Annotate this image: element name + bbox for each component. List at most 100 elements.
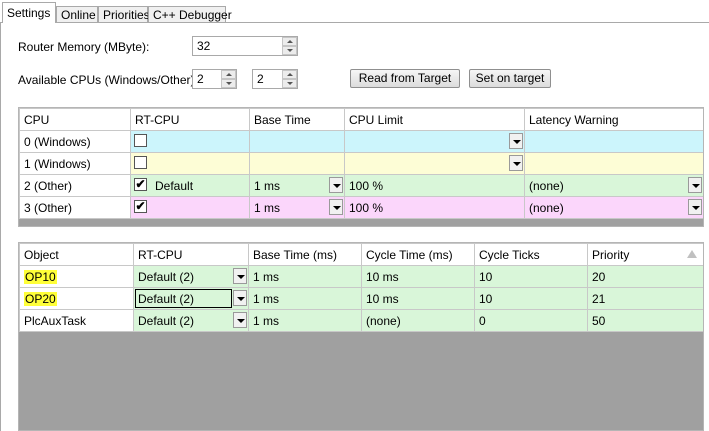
task-grid: Object RT-CPU Base Time (ms) Cycle Time … [18, 242, 704, 431]
cpu-limit-cell[interactable] [344, 130, 525, 153]
chevron-down-icon[interactable] [329, 199, 343, 215]
cycle-time-cell: (none) [361, 309, 475, 332]
tab-online[interactable]: Online [56, 6, 98, 22]
latency-warning-value: (none) [529, 201, 564, 215]
cpu-limit-cell[interactable] [344, 152, 525, 175]
spin-up-button[interactable] [221, 70, 236, 79]
router-memory-label: Router Memory (MByte): [18, 40, 150, 54]
spin-down-button[interactable] [282, 46, 297, 55]
rt-cpu-value: Default (2) [138, 270, 195, 284]
priority-cell: 20 [587, 265, 703, 288]
object-cell[interactable]: PlcAuxTask [19, 309, 134, 332]
table-row: 2 (Other) ✔ Default 1 ms 100 % (none) [19, 174, 703, 197]
router-memory-spinner[interactable]: 32 [192, 36, 298, 56]
sort-ascending-icon [687, 250, 697, 258]
rt-cpu-value: Default (2) [138, 292, 195, 306]
chevron-down-icon[interactable] [233, 312, 247, 328]
rt-cpu-cell[interactable]: Default (2) [133, 265, 249, 288]
base-time-cell: 1 ms [248, 309, 362, 332]
spin-down-button[interactable] [282, 79, 297, 88]
windows-cpus-value: 2 [197, 72, 204, 86]
rt-cpu-cell[interactable]: ✔ Default [130, 174, 250, 197]
column-header-cpu-limit[interactable]: CPU Limit [344, 108, 525, 131]
cpu-limit-value: 100 % [349, 179, 384, 193]
rt-cpu-checkbox[interactable]: ✔ [134, 178, 147, 191]
cycle-time-cell: 10 ms [361, 287, 475, 310]
column-header-rt-cpu[interactable]: RT-CPU [133, 243, 249, 266]
latency-warning-cell[interactable]: (none) [524, 174, 703, 197]
column-header-latency-warning[interactable]: Latency Warning [524, 108, 703, 131]
object-name: PlcAuxTask [24, 313, 87, 328]
base-time-value: 1 ms [254, 179, 281, 193]
cycle-ticks-cell: 10 [474, 287, 588, 310]
cpu-name-cell: 3 (Other) [19, 196, 131, 219]
base-time-cell[interactable]: 1 ms [249, 196, 345, 219]
panel-border [0, 22, 1, 431]
cpu-limit-cell[interactable]: 100 % [344, 174, 525, 197]
rt-cpu-checkbox[interactable] [134, 156, 147, 169]
windows-cpus-spinner[interactable]: 2 [192, 69, 237, 89]
column-header-object[interactable]: Object [19, 243, 134, 266]
latency-warning-cell[interactable] [524, 152, 703, 175]
read-from-target-button[interactable]: Read from Target [350, 69, 460, 88]
rt-cpu-cell[interactable]: Default (2) [133, 287, 249, 310]
object-cell[interactable]: OP20 [19, 287, 134, 310]
table-row: 0 (Windows) [19, 130, 703, 153]
rt-cpu-cell[interactable]: Default (2) [133, 309, 249, 332]
rt-cpu-cell[interactable] [130, 130, 250, 153]
column-header-cycle-time[interactable]: Cycle Time (ms) [361, 243, 475, 266]
table-row: 1 (Windows) [19, 152, 703, 175]
spin-up-button[interactable] [282, 37, 297, 46]
latency-warning-cell[interactable] [524, 130, 703, 153]
table-row: 3 (Other) ✔ 1 ms 100 % (none) [19, 196, 703, 219]
table-row: OP10 Default (2) 1 ms 10 ms 10 20 [19, 265, 703, 288]
router-memory-value: 32 [197, 39, 211, 53]
cpu-name-cell: 1 (Windows) [19, 152, 131, 175]
object-cell[interactable]: OP10 [19, 265, 134, 288]
column-header-cpu[interactable]: CPU [19, 108, 131, 131]
base-time-cell: 1 ms [248, 265, 362, 288]
column-header-cycle-ticks[interactable]: Cycle Ticks [474, 243, 588, 266]
tab-cpp-debugger[interactable]: C++ Debugger [148, 6, 232, 22]
column-header-base-time[interactable]: Base Time (ms) [248, 243, 362, 266]
table-row: OP20 Default (2) 1 ms 10 ms 10 21 [19, 287, 703, 310]
rt-cpu-cell[interactable] [130, 152, 250, 175]
cycle-time-cell: 10 ms [361, 265, 475, 288]
cycle-ticks-cell: 0 [474, 309, 588, 332]
tab-bar: Settings Online Priorities C++ Debugger [0, 0, 709, 23]
column-header-rt-cpu[interactable]: RT-CPU [130, 108, 250, 131]
other-cpus-value: 2 [257, 72, 264, 86]
chevron-down-icon[interactable] [509, 133, 523, 149]
chevron-down-icon[interactable] [688, 177, 702, 193]
chevron-down-icon[interactable] [233, 268, 247, 284]
set-on-target-button[interactable]: Set on target [469, 69, 551, 88]
chevron-down-icon[interactable] [509, 155, 523, 171]
spin-down-button[interactable] [221, 79, 236, 88]
rt-cpu-cell[interactable]: ✔ [130, 196, 250, 219]
spin-up-button[interactable] [282, 70, 297, 79]
cpu-limit-cell[interactable]: 100 % [344, 196, 525, 219]
base-time-value: 1 ms [254, 201, 281, 215]
tab-priorities[interactable]: Priorities [98, 6, 150, 22]
rt-cpu-checkbox[interactable] [134, 134, 147, 147]
latency-warning-cell[interactable]: (none) [524, 196, 703, 219]
column-header-base-time[interactable]: Base Time [249, 108, 345, 131]
tab-settings[interactable]: Settings [2, 2, 56, 23]
object-name: OP20 [24, 291, 57, 306]
latency-warning-value: (none) [529, 179, 564, 193]
object-name: OP10 [24, 269, 57, 284]
cpu-grid: CPU RT-CPU Base Time CPU Limit Latency W… [18, 107, 704, 227]
chevron-down-icon[interactable] [329, 177, 343, 193]
rt-cpu-value: Default (2) [138, 314, 195, 328]
chevron-down-icon[interactable] [688, 199, 702, 215]
other-cpus-spinner[interactable]: 2 [252, 69, 298, 89]
cpu-name-cell: 0 (Windows) [19, 130, 131, 153]
column-header-priority[interactable]: Priority [587, 243, 703, 266]
rt-cpu-checkbox[interactable]: ✔ [134, 200, 147, 213]
chevron-down-icon[interactable] [233, 290, 247, 306]
base-time-cell: 1 ms [248, 287, 362, 310]
priority-cell: 50 [587, 309, 703, 332]
base-time-cell[interactable] [249, 130, 345, 153]
base-time-cell[interactable] [249, 152, 345, 175]
base-time-cell[interactable]: 1 ms [249, 174, 345, 197]
